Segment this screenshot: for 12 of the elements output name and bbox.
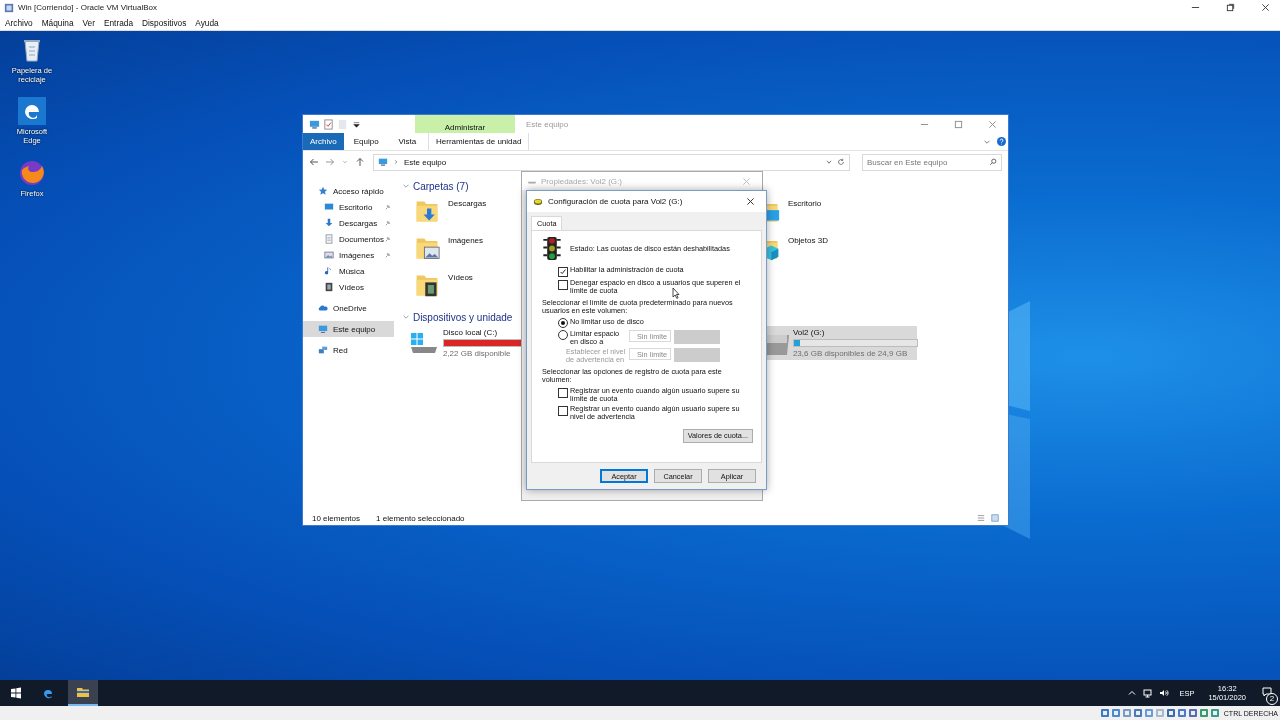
dialog-title: Configuración de cuota para Vol2 (G:) xyxy=(548,197,683,206)
free-space-text: 23,6 GB disponibles de 24,9 GB xyxy=(792,349,909,358)
window-title: Win [Corriendo] - Oracle VM VirtualBox xyxy=(18,3,157,12)
dialog-title: Propiedades: Vol2 (G:) xyxy=(541,176,622,186)
context-group-label: Administrar xyxy=(444,123,486,132)
status-text: 1 elemento seleccionado xyxy=(376,513,465,523)
drive-label: Vol2 (G:) xyxy=(792,328,826,337)
notification-count: 2 xyxy=(1266,693,1278,705)
status-text: 10 elementos xyxy=(312,513,361,523)
address-path: Este equipo xyxy=(404,157,447,167)
window-title: Este equipo xyxy=(526,119,569,129)
drive-label: Disco local (C:) xyxy=(442,328,499,337)
